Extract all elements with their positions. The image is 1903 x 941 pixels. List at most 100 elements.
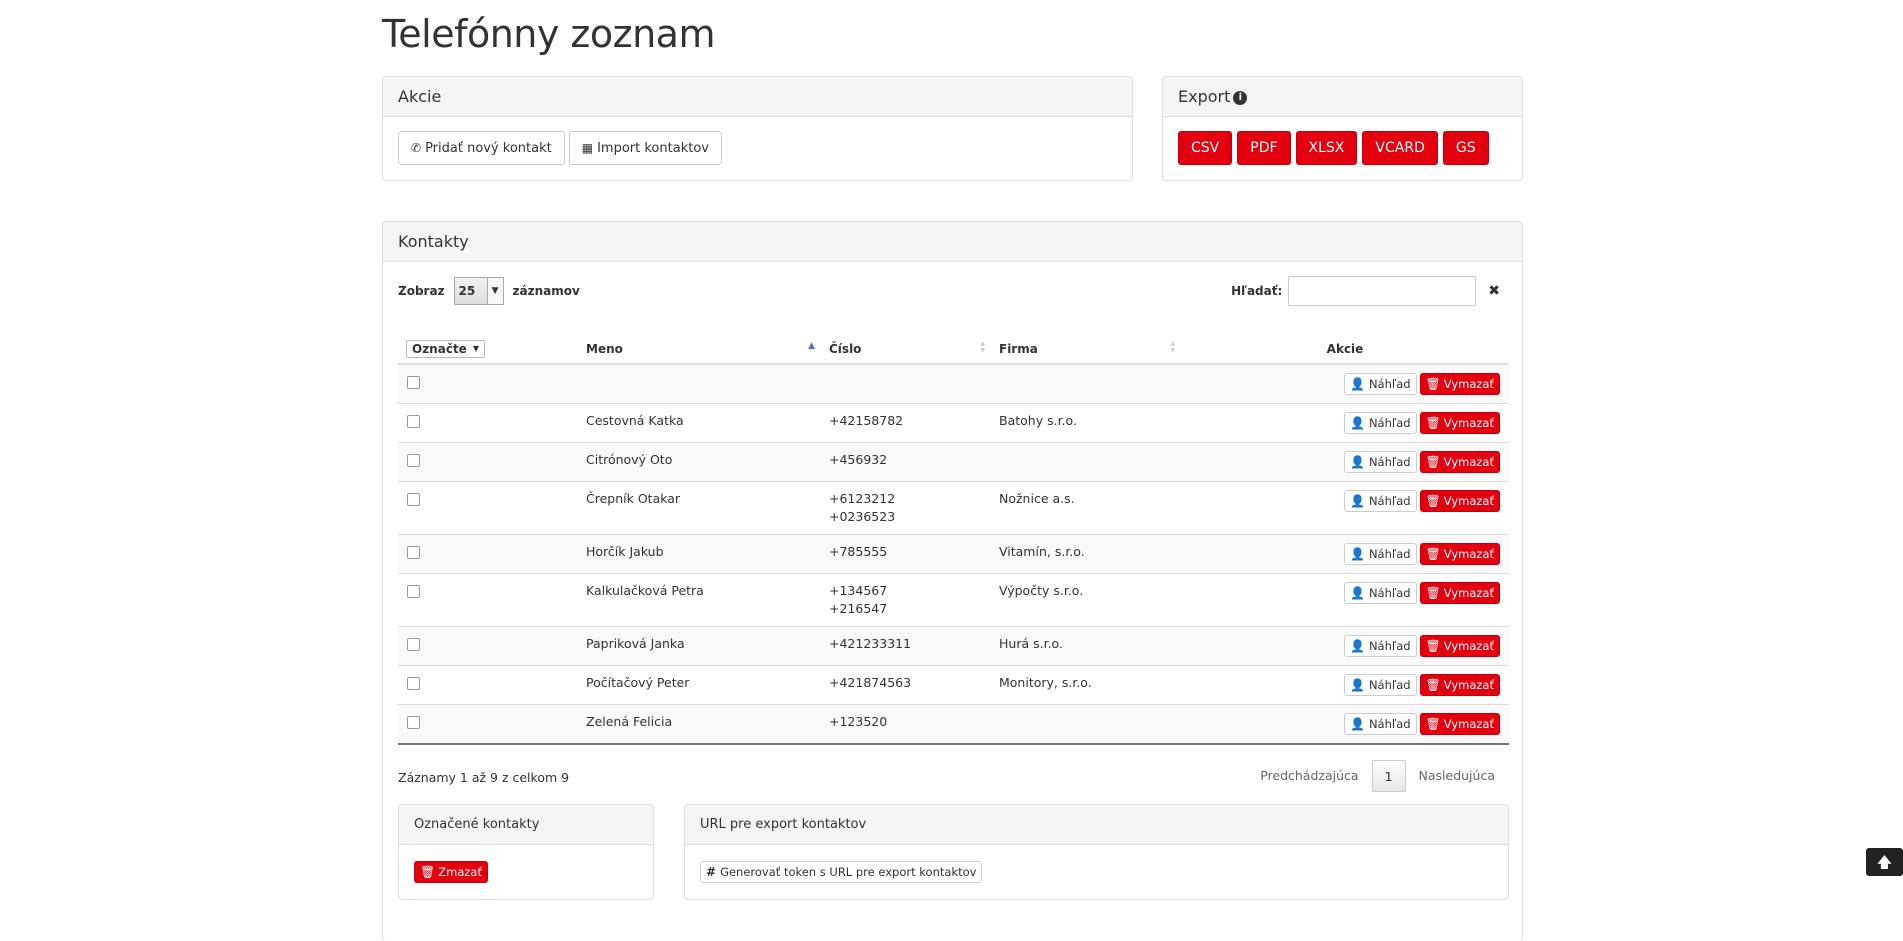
view-label: Náhľad bbox=[1368, 639, 1411, 653]
contact-number: +134567 bbox=[829, 583, 888, 598]
view-button[interactable]: 👤 Náhľad bbox=[1343, 635, 1417, 657]
table-row: Horčík Jakub +785555 Vitamín, s.r.o. 👤 Náhľa… bbox=[398, 534, 1509, 574]
trash-icon: 🗑 bbox=[1425, 586, 1441, 600]
trash-icon: 🗑 bbox=[1425, 717, 1441, 731]
hash-icon: # bbox=[706, 865, 717, 879]
trash-icon: 🗑 bbox=[1425, 678, 1441, 692]
select-dropdown[interactable]: Označte ▼ bbox=[406, 339, 485, 358]
delete-label: Vymazať bbox=[1443, 494, 1494, 508]
search-input[interactable] bbox=[1288, 276, 1477, 306]
contact-name: Citrónový Oto bbox=[578, 442, 821, 482]
add-contact-button[interactable]: ✆ Pridať nový kontakt bbox=[398, 131, 565, 165]
row-checkbox[interactable] bbox=[407, 376, 420, 389]
add-contact-label: Pridať nový kontakt bbox=[425, 140, 552, 156]
delete-button[interactable]: 🗑 Vymazať bbox=[1419, 412, 1500, 434]
export-pdf-button[interactable]: PDF bbox=[1237, 131, 1291, 165]
export-gs-button[interactable]: GS bbox=[1442, 131, 1489, 165]
view-button[interactable]: 👤 Náhľad bbox=[1343, 582, 1417, 604]
column-name[interactable]: Meno bbox=[578, 334, 821, 365]
delete-button[interactable]: 🗑 Vymazať bbox=[1419, 635, 1500, 657]
trash-icon: 🗑 bbox=[1425, 547, 1441, 561]
contact-company bbox=[991, 704, 1181, 745]
delete-marked-button[interactable]: 🗑 Zmazať bbox=[414, 861, 488, 883]
trash-icon: 🗑 bbox=[1425, 455, 1441, 469]
scroll-top-button[interactable]: 🡅 bbox=[1866, 848, 1903, 876]
column-select: Označte ▼ bbox=[398, 334, 578, 365]
delete-label: Vymazať bbox=[1443, 455, 1494, 469]
contact-name: Počítačový Peter bbox=[578, 665, 821, 705]
row-checkbox[interactable] bbox=[407, 493, 420, 506]
contact-company: Vitamín, s.r.o. bbox=[991, 534, 1181, 574]
view-button[interactable]: 👤 Náhľad bbox=[1343, 451, 1417, 473]
current-page-button[interactable]: 1 bbox=[1371, 760, 1406, 792]
view-button[interactable]: 👤 Náhľad bbox=[1343, 490, 1417, 512]
import-contacts-button[interactable]: ▦ Import kontaktov bbox=[568, 131, 722, 165]
view-button[interactable]: 👤 Náhľad bbox=[1343, 543, 1417, 565]
page-size-select[interactable]: 25 ▼ bbox=[453, 277, 504, 305]
contact-number: +421874563 bbox=[829, 675, 912, 690]
contacts-table: Označte ▼ Meno Číslo Firma Akcie 👤Náhľad… bbox=[398, 334, 1509, 745]
delete-label: Vymazať bbox=[1443, 586, 1494, 600]
export-xlsx-button[interactable]: XLSX bbox=[1295, 131, 1358, 165]
row-checkbox[interactable] bbox=[407, 415, 420, 428]
delete-button[interactable]: 🗑 Vymazať bbox=[1419, 451, 1500, 473]
view-button[interactable]: 👤 Náhľad bbox=[1343, 412, 1417, 434]
user-plus-icon: 👤 bbox=[1349, 678, 1365, 692]
column-number[interactable]: Číslo bbox=[821, 334, 991, 365]
view-label: Náhľad bbox=[1368, 586, 1411, 600]
export-panel-title: Export bbox=[1178, 87, 1231, 106]
clear-search-icon[interactable]: ✖ bbox=[1488, 283, 1500, 299]
contact-number: +42158782 bbox=[829, 413, 904, 428]
view-button[interactable]: 👤 Náhľad bbox=[1343, 373, 1417, 395]
number-cell: +421874563 bbox=[821, 665, 991, 705]
delete-label: Vymazať bbox=[1443, 717, 1494, 731]
show-label: Zobraz bbox=[398, 284, 445, 298]
search-control: Hľadať: ✖ bbox=[1231, 276, 1500, 306]
actions-cell: 👤 Náhľad 🗑 Vymazať bbox=[1181, 626, 1509, 666]
next-page-button[interactable]: Nasledujúca bbox=[1406, 760, 1508, 792]
chevron-down-icon: ▼ bbox=[486, 278, 503, 304]
delete-button[interactable]: 🗑 Vymazať bbox=[1419, 543, 1500, 565]
row-checkbox[interactable] bbox=[407, 546, 420, 559]
delete-button[interactable]: 🗑 Vymazať bbox=[1419, 490, 1500, 512]
generate-token-button[interactable]: # Generovať token s URL pre export konta… bbox=[700, 861, 983, 883]
select-cell bbox=[398, 403, 578, 443]
row-checkbox[interactable] bbox=[407, 638, 420, 651]
actions-cell: 👤 Náhľad 🗑 Vymazať bbox=[1181, 363, 1509, 404]
actions-cell: 👤 Náhľad 🗑 Vymazať bbox=[1181, 704, 1509, 745]
contact-name: Horčík Jakub bbox=[578, 534, 821, 574]
number-cell bbox=[821, 363, 991, 404]
contact-number: +6123212 bbox=[829, 491, 896, 506]
marked-contacts-panel: Označené kontakty 🗑 Zmazať bbox=[398, 804, 654, 900]
row-checkbox[interactable] bbox=[407, 585, 420, 598]
contacts-panel-title: Kontakty bbox=[383, 222, 1522, 262]
select-cell bbox=[398, 442, 578, 482]
delete-label: Vymazať bbox=[1443, 377, 1494, 391]
view-button[interactable]: 👤 Náhľad bbox=[1343, 713, 1417, 735]
delete-button[interactable]: 🗑 Vymazať bbox=[1419, 713, 1500, 735]
row-checkbox[interactable] bbox=[407, 454, 420, 467]
delete-button[interactable]: 🗑 Vymazať bbox=[1419, 582, 1500, 604]
table-info: Záznamy 1 až 9 z celkom 9 bbox=[398, 770, 570, 785]
info-icon[interactable]: i bbox=[1233, 90, 1248, 105]
contact-company: Hurá s.r.o. bbox=[991, 626, 1181, 666]
column-company[interactable]: Firma bbox=[991, 334, 1181, 365]
delete-button[interactable]: 🗑 Vymazať bbox=[1419, 674, 1500, 696]
contact-name: Papriková Janka bbox=[578, 626, 821, 666]
row-checkbox[interactable] bbox=[407, 716, 420, 729]
delete-button[interactable]: 🗑 Vymazať bbox=[1419, 373, 1500, 395]
view-label: Náhľad bbox=[1368, 494, 1411, 508]
trash-icon: 🗑 bbox=[1425, 639, 1441, 653]
actions-cell: 👤 Náhľad 🗑 Vymazať bbox=[1181, 442, 1509, 482]
contact-number: +123520 bbox=[829, 714, 888, 729]
view-label: Náhľad bbox=[1368, 455, 1411, 469]
export-csv-button[interactable]: CSV bbox=[1178, 131, 1233, 165]
contact-company: Výpočty s.r.o. bbox=[991, 573, 1181, 627]
previous-page-button[interactable]: Predchádzajúca bbox=[1247, 760, 1371, 792]
view-button[interactable]: 👤 Náhľad bbox=[1343, 674, 1417, 696]
export-vcard-button[interactable]: VCARD bbox=[1362, 131, 1438, 165]
delete-label: Vymazať bbox=[1443, 678, 1494, 692]
trash-icon: 🗑 bbox=[1425, 416, 1441, 430]
row-checkbox[interactable] bbox=[407, 677, 420, 690]
select-cell bbox=[398, 534, 578, 574]
